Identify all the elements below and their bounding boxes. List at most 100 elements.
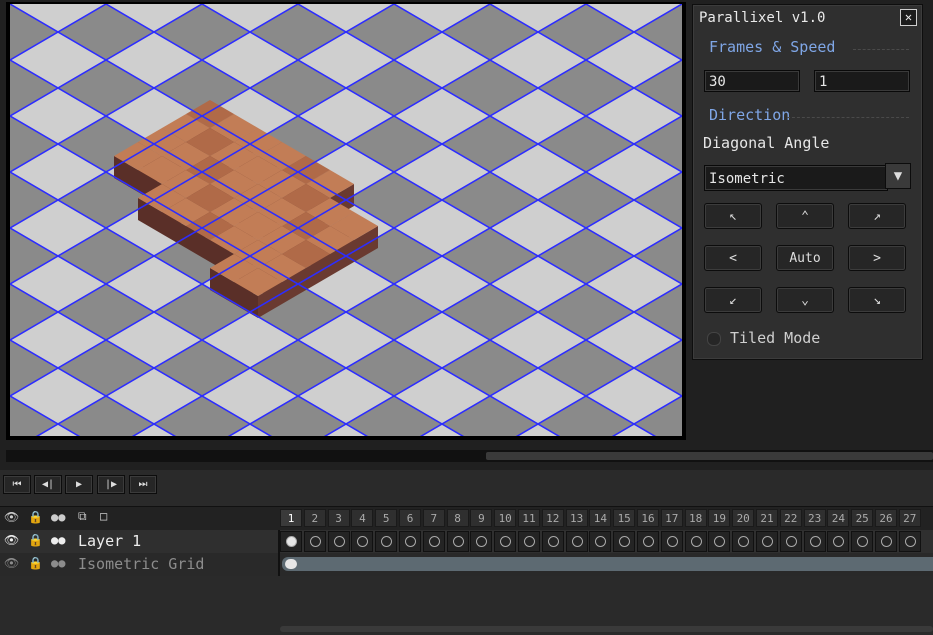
speed-input[interactable]: 1 [814,70,910,92]
frame-number[interactable]: 2 [303,509,326,527]
frame-number[interactable]: 1 [280,509,302,527]
frame-number[interactable]: 3 [327,509,350,527]
layer-row[interactable]: 👁 🔒 ●● Layer 1 [0,530,933,553]
cel-icon[interactable]: □ [100,509,107,523]
frame-number[interactable]: 23 [803,509,826,527]
dir-left-button[interactable]: < [704,245,762,271]
frame-number[interactable]: 25 [851,509,874,527]
cel-cell[interactable] [303,531,326,552]
frame-number[interactable]: 27 [898,509,921,527]
cel-cell[interactable] [541,531,564,552]
cel-cell[interactable] [565,531,588,552]
cel-cell[interactable] [470,531,493,552]
frame-number[interactable]: 12 [541,509,564,527]
cel-cell[interactable] [327,531,350,552]
cel-cell[interactable] [375,531,398,552]
cel-cell[interactable] [446,531,469,552]
cel-cell[interactable] [803,531,826,552]
linked-cel-span[interactable] [282,557,933,571]
angle-select[interactable]: Isometric [704,165,888,191]
dir-down-left-button[interactable]: ↙ [704,287,762,313]
panel-titlebar[interactable]: Parallixel v1.0 ✕ [693,5,922,31]
dir-down-button[interactable]: ⌄ [776,287,834,313]
frame-number[interactable]: 5 [375,509,398,527]
cel-cell[interactable] [637,531,659,552]
frame-number[interactable]: 4 [351,509,374,527]
cel-cell[interactable] [399,531,421,552]
layer-name[interactable]: Layer 1 [78,532,141,550]
next-frame-button[interactable]: |▶ [97,475,125,494]
cel-cell[interactable] [732,531,755,552]
cel-cell[interactable] [351,531,374,552]
dir-right-button[interactable]: > [848,245,906,271]
dir-up-left-button[interactable]: ↖ [704,203,762,229]
lock-icon[interactable]: 🔒 [28,510,43,524]
cel-cell[interactable] [660,531,683,552]
cel-cell[interactable] [708,531,731,552]
cel-dot [476,536,488,547]
frame-number[interactable]: 17 [660,509,683,527]
last-frame-button[interactable]: ⏭ [129,475,157,494]
eye-icon[interactable]: 👁 [4,510,19,524]
cel-cell[interactable] [875,531,897,552]
continuous-icon[interactable]: ●● [51,510,65,524]
tiled-mode-checkbox[interactable] [707,332,721,346]
frame-number[interactable]: 24 [827,509,850,527]
cel-cell[interactable] [280,531,302,552]
frames-input[interactable]: 30 [704,70,800,92]
frame-number[interactable]: 15 [613,509,636,527]
eye-icon[interactable]: 👁 [4,556,19,570]
cel-dot [547,536,559,547]
cel-cell[interactable] [779,531,802,552]
cel-cell[interactable] [589,531,612,552]
prev-frame-button[interactable]: ◀| [34,475,62,494]
cel-cell[interactable] [494,531,517,552]
auto-button[interactable]: Auto [776,245,834,271]
cel-dot [690,536,702,547]
cel-cell[interactable] [518,531,540,552]
layer-name[interactable]: Isometric Grid [78,555,204,573]
lock-icon[interactable]: 🔒 [28,533,43,547]
cel-dot [309,536,321,547]
lock-icon[interactable]: 🔒 [28,556,43,570]
cel-dot [762,536,773,547]
continuous-icon[interactable]: ●● [51,556,65,570]
group-icon[interactable]: ⧉ [78,509,87,524]
frame-number[interactable]: 26 [875,509,897,527]
dir-down-right-button[interactable]: ↘ [848,287,906,313]
close-icon[interactable]: ✕ [900,9,917,26]
eye-icon[interactable]: 👁 [4,533,19,547]
frame-number[interactable]: 6 [399,509,421,527]
frame-number[interactable]: 20 [732,509,755,527]
frame-number[interactable]: 18 [684,509,707,527]
cel-dot [619,536,631,547]
frame-number[interactable]: 21 [756,509,778,527]
layer-row[interactable]: 👁 🔒 ●● Isometric Grid [0,553,933,576]
frame-number[interactable]: 22 [779,509,802,527]
play-button[interactable]: ▶ [65,475,93,494]
frame-number[interactable]: 13 [565,509,588,527]
cel-cell[interactable] [684,531,707,552]
continuous-icon[interactable]: ●● [51,533,65,547]
chevron-down-icon[interactable]: ▼ [885,163,911,189]
cel-cell[interactable] [613,531,636,552]
frame-number[interactable]: 16 [637,509,659,527]
frame-number[interactable]: 19 [708,509,731,527]
cel-cell[interactable] [756,531,778,552]
frame-number[interactable]: 11 [518,509,540,527]
frame-number[interactable]: 8 [446,509,469,527]
dir-up-right-button[interactable]: ↗ [848,203,906,229]
cel-cell[interactable] [898,531,921,552]
frame-number[interactable]: 9 [470,509,493,527]
timeline-horizontal-scrollbar[interactable] [280,626,933,632]
sprite-canvas[interactable] [10,4,682,436]
cel-cell[interactable] [827,531,850,552]
dir-up-button[interactable]: ⌃ [776,203,834,229]
first-frame-button[interactable]: ⏮ [3,475,31,494]
canvas-scroll-thumb[interactable] [486,452,933,460]
cel-cell[interactable] [851,531,874,552]
cel-cell[interactable] [422,531,445,552]
frame-number[interactable]: 10 [494,509,517,527]
frame-number[interactable]: 14 [589,509,612,527]
frame-number[interactable]: 7 [422,509,445,527]
